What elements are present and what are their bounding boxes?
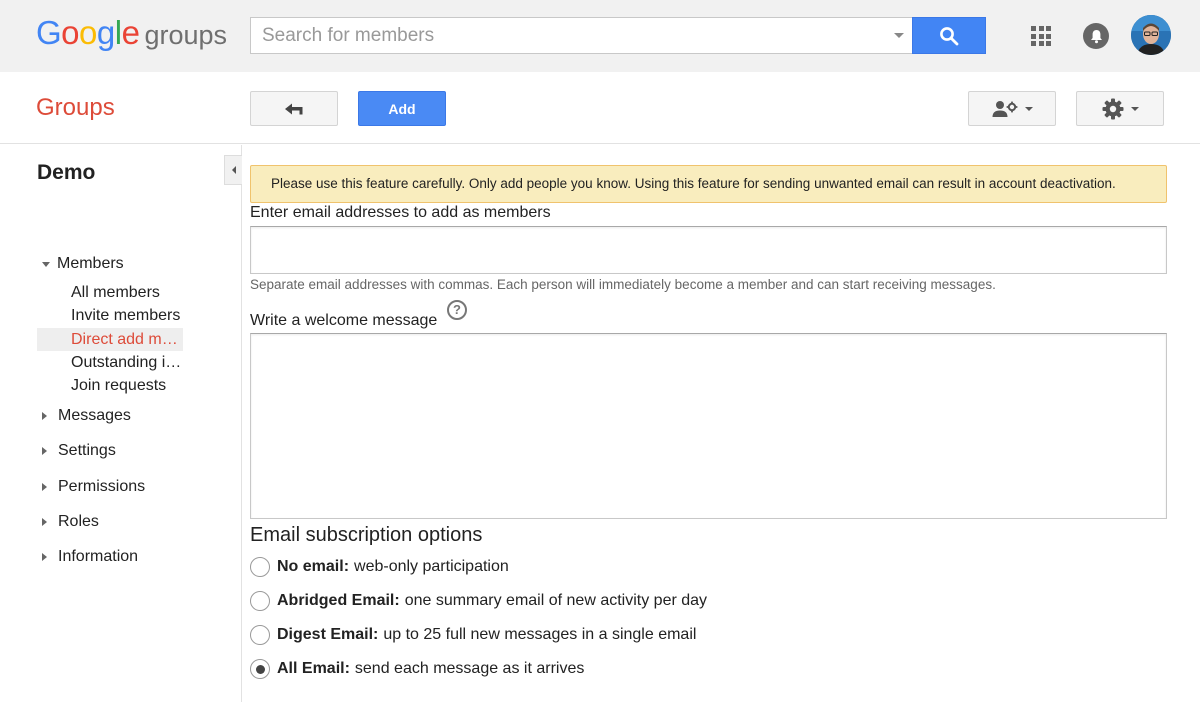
settings-menu-button[interactable] <box>1076 91 1164 126</box>
option-description: one summary email of new activity per da… <box>404 592 708 609</box>
sidebar-section-label: Settings <box>58 442 116 459</box>
avatar-portrait-icon <box>1131 15 1171 55</box>
subscription-option-no-email[interactable]: No email: web-only participation <box>250 557 509 577</box>
subscription-option-abridged-email[interactable]: Abridged Email: one summary email of new… <box>250 591 707 611</box>
radio-button[interactable] <box>250 659 270 679</box>
option-name: No email: <box>277 558 350 575</box>
sidebar-section-label: Roles <box>58 513 99 530</box>
group-name[interactable]: Demo <box>37 161 95 185</box>
back-arrow-icon <box>285 103 303 114</box>
sidebar-section-messages[interactable]: Messages <box>42 407 131 425</box>
top-bar: Google groups <box>0 0 1200 72</box>
sidebar-section-label: Members <box>57 255 124 272</box>
subscription-options-title: Email subscription options <box>250 524 483 546</box>
warning-banner: Please use this feature carefully. Only … <box>250 165 1167 203</box>
back-button[interactable] <box>250 91 338 126</box>
sidebar-section-information[interactable]: Information <box>42 548 138 566</box>
gear-icon <box>1102 98 1123 119</box>
option-description: up to 25 full new messages in a single e… <box>383 626 697 643</box>
add-members-button[interactable]: Add <box>358 91 446 126</box>
collapsed-triangle-icon <box>42 553 47 561</box>
sidebar-section-settings[interactable]: Settings <box>42 442 116 460</box>
option-name: All Email: <box>277 660 350 677</box>
people-settings-icon <box>992 100 1017 117</box>
sidebar-section-label: Permissions <box>58 478 146 495</box>
email-addresses-hint: Separate email addresses with commas. Ea… <box>250 277 996 292</box>
chevron-down-icon <box>1024 106 1033 111</box>
option-description: web-only participation <box>354 558 509 575</box>
google-groups-logo[interactable]: Google groups <box>36 14 227 54</box>
sidebar-section-label: Messages <box>58 407 131 424</box>
logo-groups-text: groups <box>144 20 228 50</box>
logo-google-text: Google <box>36 14 140 51</box>
sidebar-item-direct-add-members[interactable]: Direct add m… <box>37 328 183 351</box>
sidebar-item-join-requests[interactable]: Join requests <box>37 374 183 397</box>
option-name: Abridged Email: <box>277 592 400 609</box>
apps-grid-icon[interactable] <box>1031 26 1051 46</box>
sidebar-section-roles[interactable]: Roles <box>42 513 99 531</box>
action-bar: Groups Add <box>0 72 1200 144</box>
radio-button[interactable] <box>250 625 270 645</box>
radio-button[interactable] <box>250 557 270 577</box>
subscription-option-all-email[interactable]: All Email: send each message as it arriv… <box>250 659 584 679</box>
search-button[interactable] <box>912 17 986 54</box>
collapsed-triangle-icon <box>42 412 47 420</box>
member-settings-menu-button[interactable] <box>968 91 1056 126</box>
email-addresses-field-wrapper <box>250 226 1167 274</box>
search-input[interactable] <box>251 18 891 53</box>
chevron-down-icon <box>1130 106 1139 111</box>
help-icon[interactable]: ? <box>447 300 467 320</box>
sidebar: Demo Members All members Invite members … <box>0 145 242 702</box>
welcome-message-field-wrapper <box>250 333 1167 519</box>
search-options-dropdown-icon[interactable] <box>894 33 904 38</box>
user-avatar[interactable] <box>1131 15 1171 55</box>
search-icon <box>940 26 959 45</box>
sidebar-item-invite-members[interactable]: Invite members <box>37 304 183 327</box>
sidebar-section-label: Information <box>58 548 139 565</box>
notifications-bell-icon[interactable] <box>1083 23 1109 49</box>
bell-glyph-icon <box>1090 29 1102 43</box>
email-addresses-label: Enter email addresses to add as members <box>250 204 551 221</box>
collapsed-triangle-icon <box>42 447 47 455</box>
expanded-triangle-icon <box>42 261 50 267</box>
welcome-message-field[interactable] <box>251 334 1166 518</box>
collapse-sidebar-button[interactable] <box>224 155 242 185</box>
sidebar-item-all-members[interactable]: All members <box>37 281 183 304</box>
chevron-left-icon <box>231 166 236 174</box>
subscription-option-digest-email[interactable]: Digest Email: up to 25 full new messages… <box>250 625 696 645</box>
section-title-groups[interactable]: Groups <box>36 94 115 122</box>
option-name: Digest Email: <box>277 626 379 643</box>
sidebar-item-outstanding-invitations[interactable]: Outstanding i… <box>37 351 183 374</box>
radio-button[interactable] <box>250 591 270 611</box>
search-box <box>250 17 913 54</box>
option-description: send each message as it arrives <box>354 660 585 677</box>
sidebar-section-members[interactable]: Members <box>42 255 124 273</box>
welcome-message-label: Write a welcome message <box>250 312 438 329</box>
sidebar-section-permissions[interactable]: Permissions <box>42 478 145 496</box>
collapsed-triangle-icon <box>42 483 47 491</box>
collapsed-triangle-icon <box>42 518 47 526</box>
email-addresses-field[interactable] <box>251 227 1166 273</box>
